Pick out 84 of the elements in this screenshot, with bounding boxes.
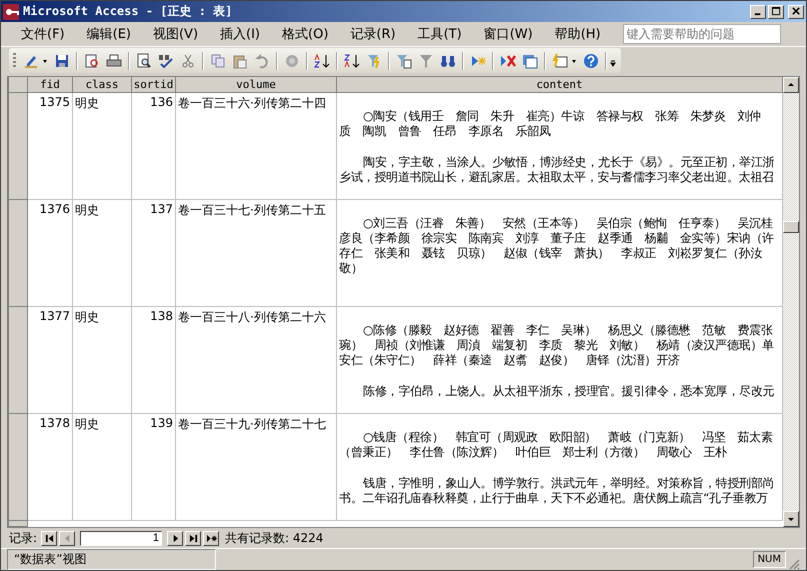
last-record-button[interactable] — [185, 530, 202, 546]
first-record-icon — [44, 534, 54, 542]
record-number-field[interactable]: 1 — [80, 530, 162, 546]
status-text: “数据表”视图 — [7, 549, 216, 570]
table-cell: 卷一百三十八·列传第二十六 — [176, 307, 337, 414]
table-cell: 明史 — [73, 307, 132, 414]
maximize-button[interactable] — [768, 4, 784, 18]
close-button[interactable] — [788, 4, 804, 18]
content-paragraph: 陈修，字伯昂，上饶人。从太祖平浙东，授理官。援引律令，悉本宽厚，尽改元 — [362, 384, 776, 399]
record-selector[interactable] — [9, 521, 28, 527]
record-selector[interactable] — [9, 307, 28, 414]
next-record-button[interactable] — [167, 530, 184, 546]
record-selector[interactable] — [9, 93, 28, 200]
table-cell: 136 — [132, 93, 176, 200]
record-label: 记录: — [9, 530, 38, 546]
scroll-down-button[interactable] — [783, 511, 799, 527]
menu-item[interactable]: 编辑(E) — [86, 23, 131, 45]
spelling-icon[interactable] — [158, 52, 174, 68]
form-filter-icon[interactable] — [396, 52, 412, 68]
caret-down-icon — [787, 515, 795, 523]
column-header[interactable]: volume — [176, 77, 337, 93]
scroll-thumb[interactable] — [783, 221, 799, 233]
menu-item[interactable]: 记录(R) — [350, 23, 396, 45]
record-selector[interactable] — [9, 200, 28, 307]
print-icon[interactable] — [106, 52, 122, 68]
content-paragraph: ○陶安（钱用壬 詹同 朱升 崔亮）牛谅 答禄与权 张筹 朱梦炎 刘仲质 陶凯 曾鲁 任昂 李原名 乐韶凤 — [339, 109, 762, 139]
table-cell: 1376 — [28, 200, 73, 307]
table-cell: 卷一百三十六·列传第二十四 — [176, 93, 337, 200]
new-record-button[interactable] — [203, 530, 220, 546]
key-icon — [3, 4, 19, 20]
print-preview-icon[interactable] — [136, 52, 152, 68]
help-icon[interactable] — [583, 52, 599, 68]
table-cell: 明史 — [73, 93, 132, 200]
menu-item[interactable]: 文件(F) — [21, 23, 65, 45]
menu-item[interactable]: 工具(T) — [418, 23, 462, 45]
content-paragraph: ○刘三吾（汪睿 朱善） 安然（王本等） 吴伯宗（鲍恂 任亨泰） 吴沉桂彦良（李希颜 徐宗实 陈南宾 刘淳 董子庄 赵季通 杨黼 金实等）宋讷（许存仁 张美和 聂铉 贝琼） 赵俶（钱宰 萧执） 李叔正 刘崧罗复仁（孙汝敬） — [339, 216, 775, 276]
menu-item[interactable]: 插入(I) — [220, 23, 260, 45]
new-object-icon[interactable] — [552, 52, 568, 68]
content-paragraph: ○钱唐（程徐） 韩宜可（周观政 欧阳韶） 萧岐（门克新） 冯坚 茹太素（曾秉正） 李仕鲁（陈汶辉） 叶伯巨 郑士利（方徵） 周敬心 王朴 — [339, 430, 774, 460]
resize-grip-icon[interactable] — [788, 558, 800, 570]
cut-icon[interactable] — [180, 52, 196, 68]
caret-up-icon — [787, 81, 795, 89]
table-cell: 1377 — [28, 307, 73, 414]
menu-item[interactable]: 格式(O) — [282, 23, 328, 45]
database-window-icon[interactable] — [522, 52, 538, 68]
window-title: Microsoft Access - [正史 : 表] — [23, 3, 234, 20]
close-icon — [792, 7, 800, 16]
column-header[interactable]: content — [337, 77, 783, 93]
save-icon[interactable] — [54, 52, 70, 68]
column-header[interactable]: fid — [28, 77, 73, 93]
delete-record-icon[interactable] — [500, 52, 516, 68]
maximize-icon — [772, 7, 780, 16]
menu-item[interactable]: 窗口(W) — [484, 23, 533, 45]
column-header[interactable]: sortid — [132, 77, 176, 93]
paste-icon[interactable] — [232, 52, 248, 68]
last-record-icon — [188, 534, 198, 542]
content-paragraph: 钱唐，字惟明，象山人。博学敦行。洪武元年，举明经。对策称旨，特授刑部尚书。二年诏孔庙春秋释奠，止行于曲阜，天下不必通祀。唐伏阙上疏言“孔子垂教万 — [339, 476, 776, 506]
record-selector[interactable] — [9, 414, 28, 521]
table-cell: 1375 — [28, 93, 73, 200]
vertical-scrollbar[interactable] — [783, 77, 799, 527]
num-lock-indicator: NUM — [752, 551, 786, 568]
next-record-icon — [170, 534, 180, 542]
content-paragraph: ○陈修（滕毅 赵好德 翟善 李仁 吴琳） 杨思义（滕德懋 范敏 费震张琬） 周祯（刘惟谦 周湞 端复初 李质 黎光 刘敏） 杨靖（凌汉严德珉）单安仁（朱守仁） 薛祥（秦逵 赵翥 赵俊） 唐铎（沈溍）开济 — [339, 323, 775, 368]
table-cell: 卷一百三十七·列传第二十五 — [176, 200, 337, 307]
menu-item[interactable]: 视图(V) — [152, 23, 198, 45]
sort-descending-icon[interactable] — [344, 52, 360, 68]
sort-ascending-icon[interactable] — [314, 52, 330, 68]
search-file-icon[interactable] — [84, 52, 100, 68]
help-search-field[interactable]: 键入需要帮助的问题 — [622, 24, 781, 44]
first-record-button[interactable] — [41, 530, 58, 546]
record-count: 共有记录数: 4224 — [225, 530, 324, 546]
column-header[interactable]: class — [73, 77, 132, 93]
content-paragraph: 陶安，字主敬，当涂人。少敏悟，博涉经史，尤长于《易》。元至正初，举江浙乡试，授明道书院山长，避乱家居。太祖取太平，安与耆儒李习率父老出迎。太祖召 — [339, 155, 776, 185]
table-cell: 明史 — [73, 200, 132, 307]
scroll-up-button[interactable] — [783, 77, 799, 93]
new-record-icon — [206, 534, 217, 542]
select-all-corner[interactable] — [9, 77, 28, 93]
table-cell: 137 — [132, 200, 176, 307]
menu-item[interactable]: 帮助(H) — [554, 23, 601, 45]
copy-icon[interactable] — [210, 52, 226, 68]
previous-record-icon — [62, 534, 72, 542]
previous-record-button[interactable] — [59, 530, 76, 546]
table-cell: 138 — [132, 307, 176, 414]
minimize-button[interactable] — [750, 4, 766, 18]
